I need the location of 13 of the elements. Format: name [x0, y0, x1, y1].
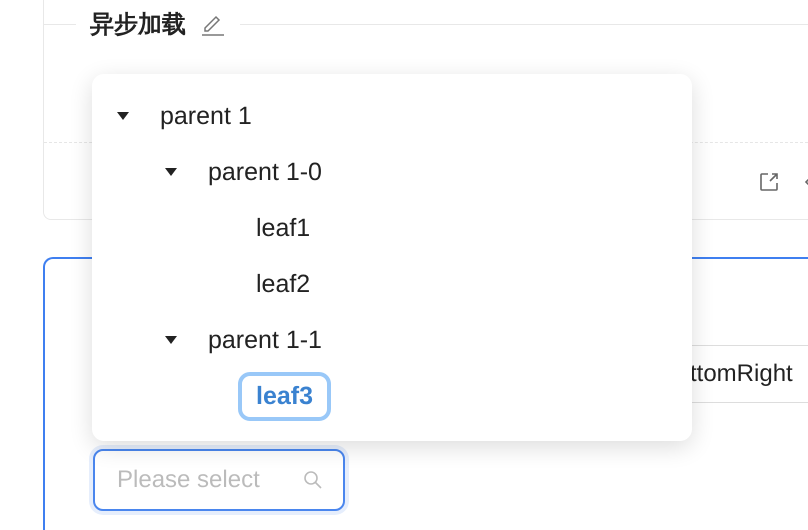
section-title: 异步加载 — [90, 10, 186, 40]
caret-icon[interactable] — [164, 167, 178, 177]
tree-node[interactable]: leaf3 — [238, 372, 331, 420]
tree-node[interactable]: leaf1 — [238, 204, 328, 252]
tree-node[interactable]: parent 1-1 — [190, 316, 340, 364]
tree-node[interactable]: parent 1 — [142, 92, 270, 140]
tree-node[interactable]: leaf2 — [238, 260, 328, 308]
caret-icon[interactable] — [164, 335, 178, 345]
caret-icon[interactable] — [116, 111, 130, 121]
open-external-icon[interactable] — [758, 171, 780, 193]
search-icon — [303, 470, 323, 490]
tree-node[interactable]: parent 1-0 — [190, 148, 340, 196]
tree-select-field[interactable]: Please select — [93, 449, 345, 511]
